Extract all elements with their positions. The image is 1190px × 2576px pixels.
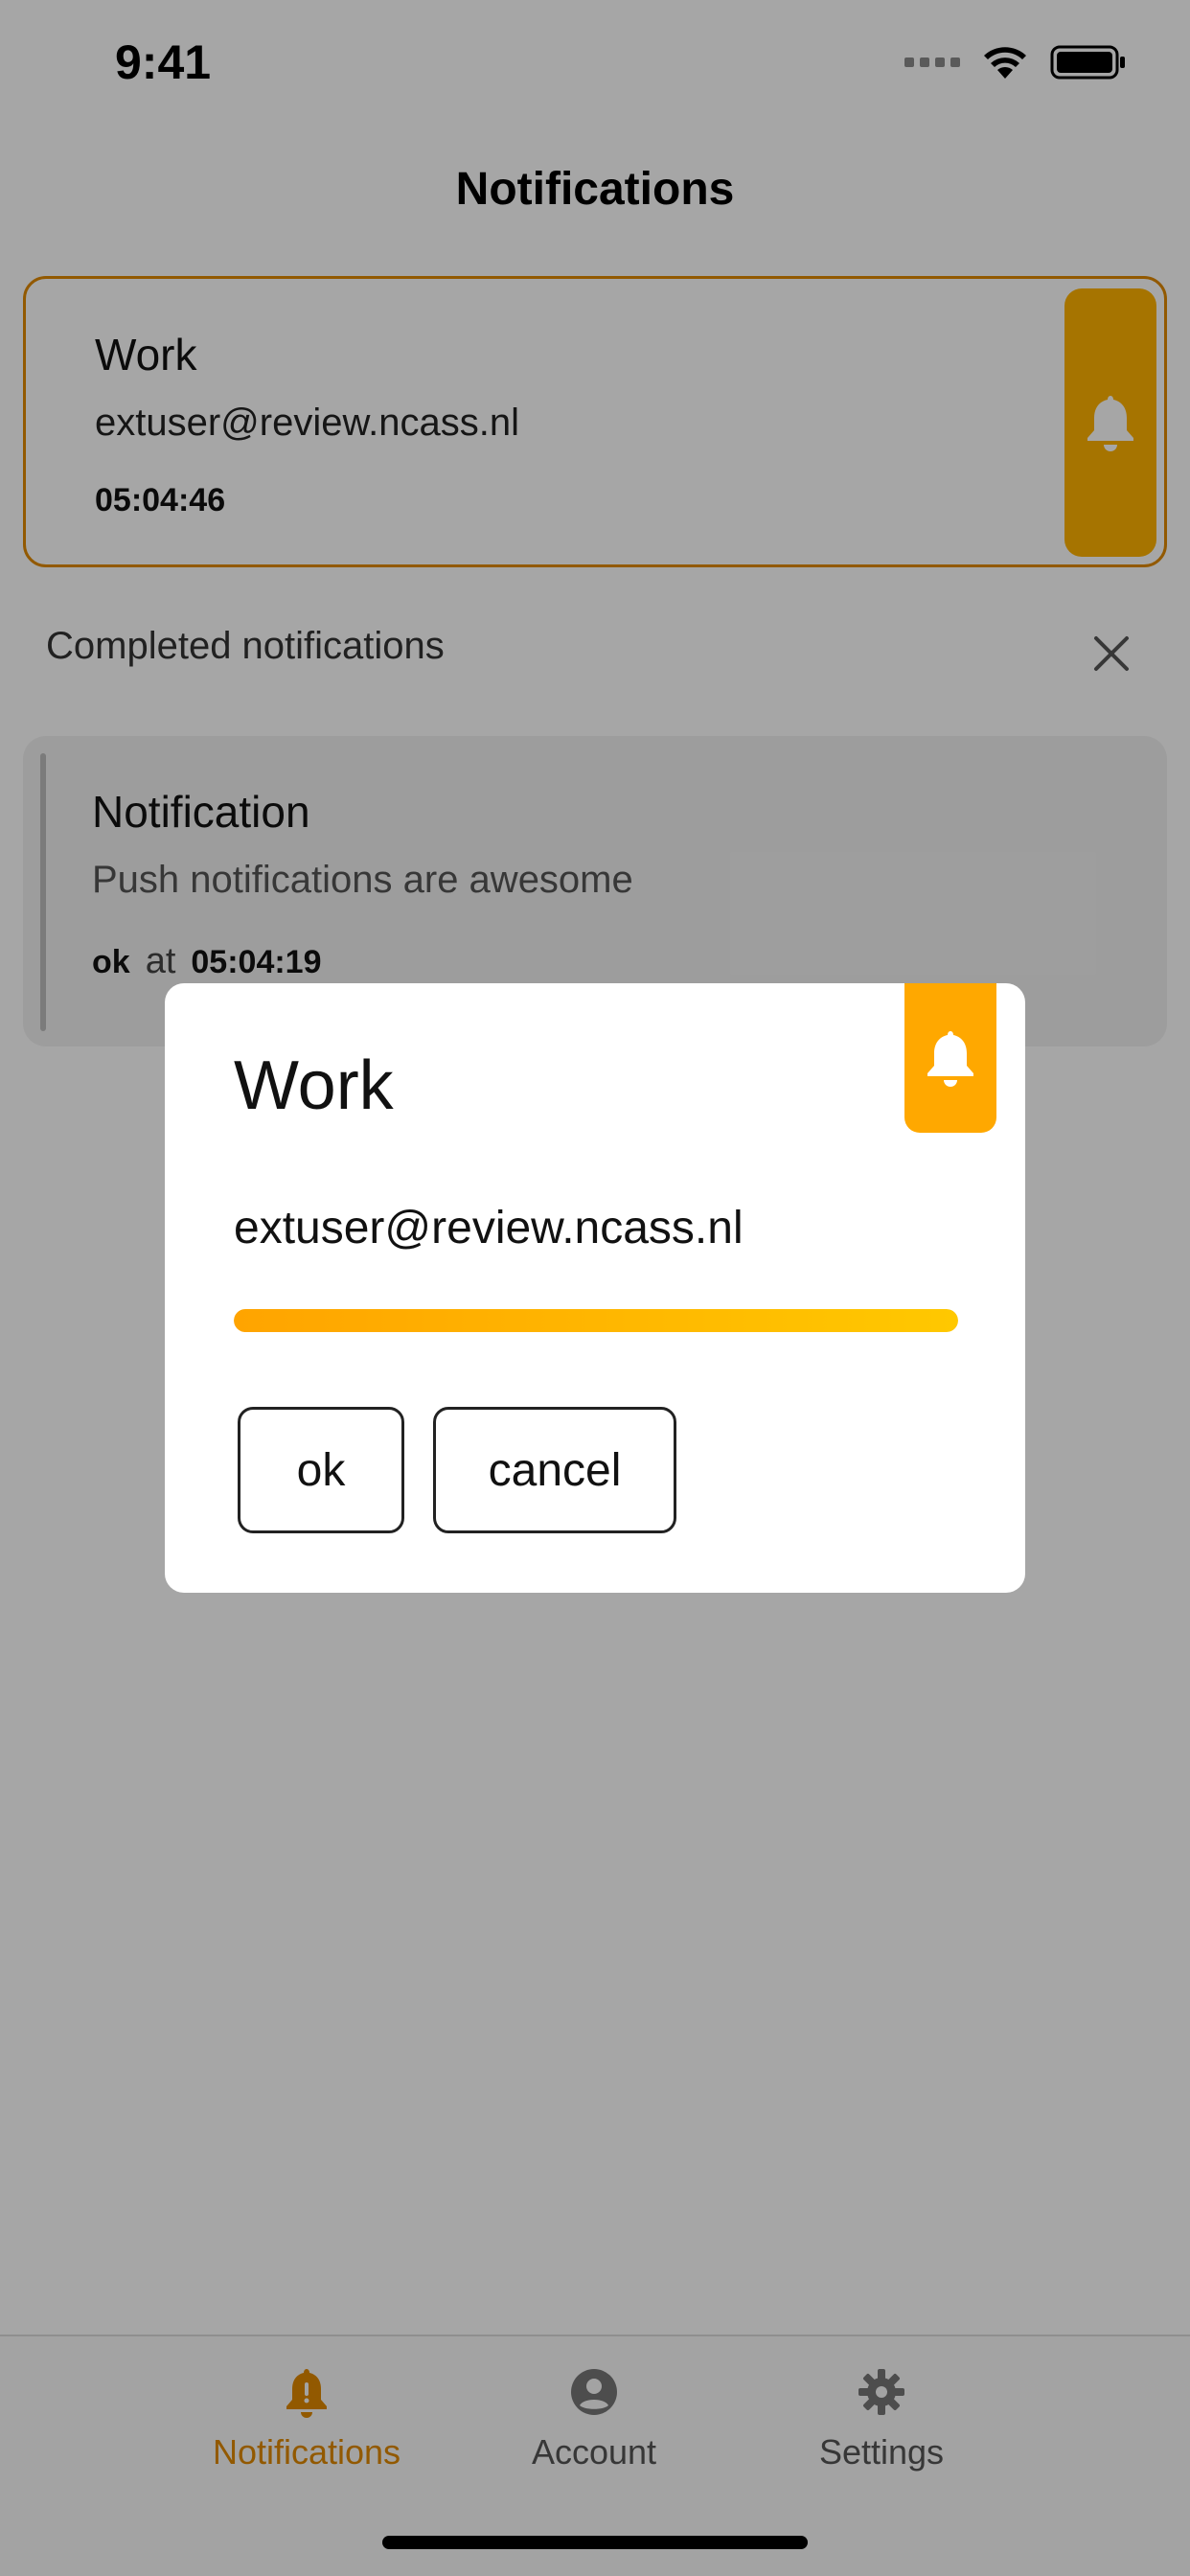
ok-button[interactable]: ok bbox=[238, 1407, 404, 1533]
notification-dialog: Work extuser@review.ncass.nl ok cancel bbox=[165, 983, 1025, 1593]
cancel-button[interactable]: cancel bbox=[433, 1407, 676, 1533]
app-screen: 9:41 Notifications Work extuser@review.n… bbox=[0, 0, 1190, 2576]
dialog-title: Work bbox=[234, 1047, 394, 1124]
dialog-progress-fill bbox=[234, 1309, 958, 1332]
dialog-progress-bar bbox=[234, 1309, 958, 1332]
bell-icon bbox=[927, 1031, 973, 1087]
dialog-bell-flag bbox=[904, 983, 996, 1133]
dialog-email: extuser@review.ncass.nl bbox=[234, 1203, 744, 1254]
